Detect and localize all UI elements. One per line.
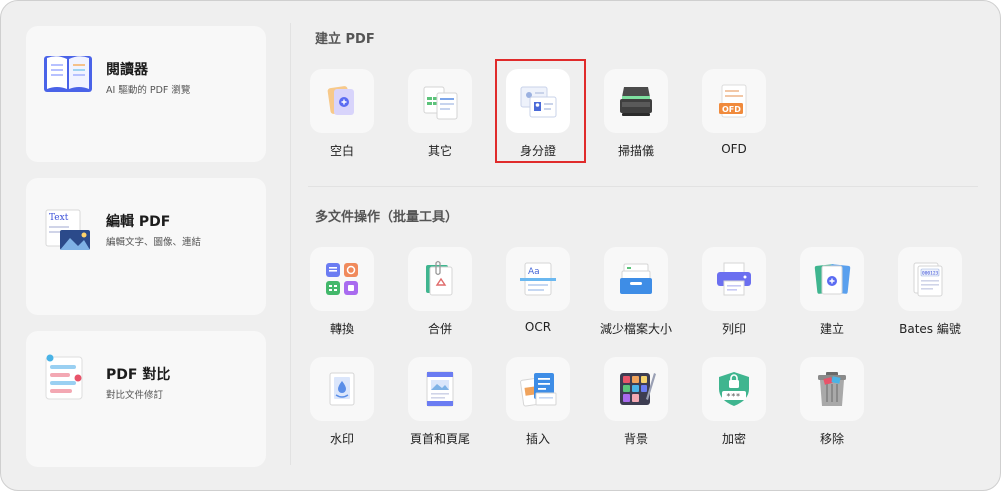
blank-pdf-icon (327, 86, 354, 115)
tool-label: 轉換 (329, 322, 354, 336)
vertical-divider (290, 23, 291, 465)
reader-title: 閱讀器 (106, 62, 148, 78)
convert-icon (326, 263, 358, 295)
tool-label: 插入 (525, 432, 550, 446)
insert-icon (520, 373, 557, 407)
compress-icon (620, 263, 652, 294)
tool-label: 掃描儀 (617, 144, 654, 158)
lock-icon: *** (719, 372, 749, 406)
tool-label: 加密 (721, 432, 746, 446)
tool-label: 列印 (721, 322, 746, 336)
edit-text-icon: Text (45, 209, 90, 250)
tool-label: 合併 (427, 322, 452, 336)
tool-label: OFD (721, 142, 747, 156)
svg-text:Text: Text (49, 213, 69, 223)
compare-title: PDF 對比 (106, 367, 171, 383)
book-icon (44, 56, 92, 92)
edit-pdf-card[interactable]: Text 編輯 PDF 編輯文字、圖像、連結 (26, 178, 266, 315)
tool-label: Bates 編號 (899, 322, 961, 336)
create-section-title: 建立 PDF (315, 32, 375, 47)
watermark-icon (329, 372, 355, 406)
compare-icon (45, 354, 83, 400)
header-footer-icon (426, 371, 454, 407)
background-icon (620, 373, 656, 405)
other-files-icon (423, 86, 458, 120)
tool-label: 移除 (819, 432, 844, 446)
tool-label: 背景 (623, 432, 648, 446)
printer-icon (717, 262, 751, 296)
ocr-icon: Aa (520, 262, 556, 296)
svg-text:***: *** (726, 392, 741, 401)
svg-text:OFD: OFD (722, 105, 741, 114)
tool-label: 建立 (819, 322, 844, 336)
batch-section-title: 多文件操作（批量工具） (315, 210, 459, 225)
merge-icon (426, 260, 453, 296)
create-icon (814, 264, 851, 295)
compare-desc: 對比文件修訂 (106, 390, 164, 401)
svg-text:Aa: Aa (528, 267, 540, 277)
svg-text:000123: 000123 (922, 271, 939, 277)
horizontal-divider (308, 186, 978, 187)
ofd-icon: OFD (719, 84, 747, 118)
bates-icon: 000123 (913, 262, 943, 297)
tool-label: 其它 (427, 144, 452, 158)
reader-desc: AI 驅動的 PDF 瀏覽 (106, 85, 191, 96)
selection-highlight (495, 59, 586, 163)
tool-label: 水印 (329, 432, 354, 446)
edit-pdf-desc: 編輯文字、圖像、連結 (106, 237, 202, 248)
compare-card[interactable]: PDF 對比 對比文件修訂 (26, 331, 266, 467)
pdf-tools-window: 閱讀器 AI 驅動的 PDF 瀏覽 Text 編輯 PDF 編輯文字、圖像、連結… (0, 0, 1001, 491)
trash-icon (818, 372, 846, 406)
tool-label: 減少檔案大小 (599, 322, 672, 336)
tool-label: 頁首和頁尾 (409, 432, 470, 446)
edit-pdf-title: 編輯 PDF (106, 214, 171, 230)
tool-label: 空白 (329, 144, 354, 158)
reader-card[interactable]: 閱讀器 AI 驅動的 PDF 瀏覽 (26, 26, 266, 162)
tool-label: OCR (524, 320, 552, 334)
scanner-icon (620, 87, 652, 116)
